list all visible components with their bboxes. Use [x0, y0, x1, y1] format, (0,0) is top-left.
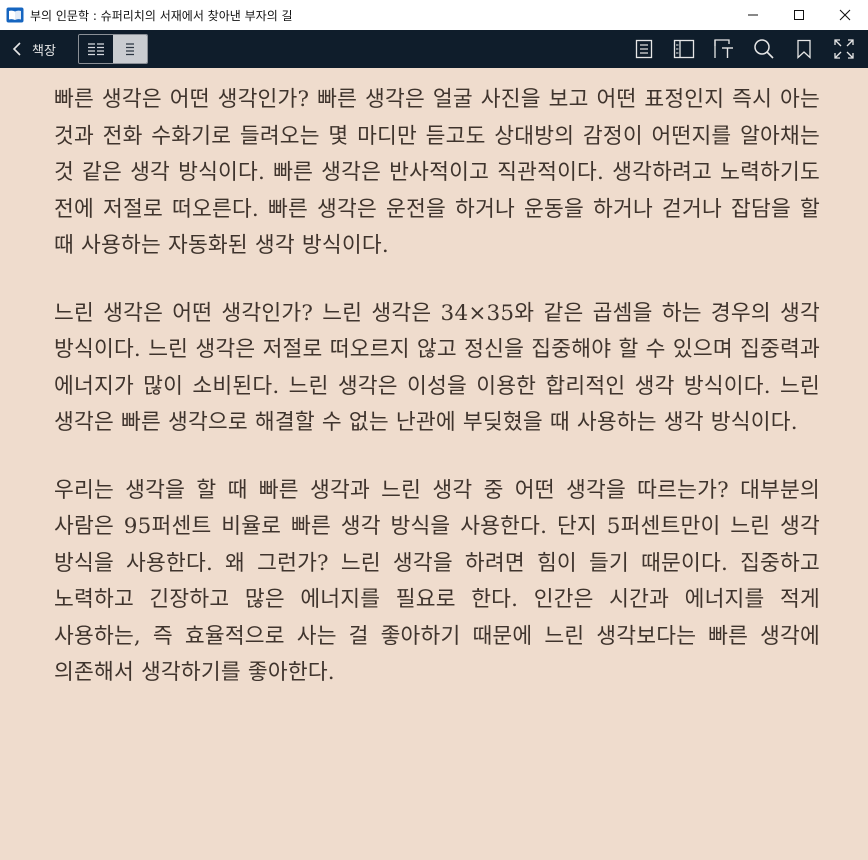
paragraph-which-thinking: 우리는 생각을 할 때 빠른 생각과 느린 생각 중 어떤 생각을 따르는가? …	[54, 477, 820, 686]
back-to-bookshelf-button[interactable]: 책장	[12, 30, 56, 68]
search-button[interactable]	[744, 30, 784, 68]
fullscreen-icon	[834, 39, 854, 59]
back-label: 책장	[32, 43, 56, 59]
close-button[interactable]	[822, 0, 868, 30]
table-of-contents-button[interactable]	[624, 30, 664, 68]
single-column-view-button[interactable]	[112, 35, 147, 63]
bookmark-button[interactable]	[784, 30, 824, 68]
search-icon	[754, 39, 774, 59]
bookmark-list-button[interactable]	[664, 30, 704, 68]
text-settings-button[interactable]	[704, 30, 744, 68]
chevron-left-icon	[12, 42, 21, 56]
panel-icon	[673, 39, 695, 59]
two-column-view-button[interactable]	[78, 35, 113, 63]
minimize-icon	[748, 14, 758, 16]
paragraph-slow-thinking: 느린 생각은 어떤 생각인가? 느린 생각은 34×35와 같은 곱셈을 하는 …	[54, 300, 820, 436]
single-column-icon	[125, 43, 134, 56]
window-title-bar: 부의 인문학 : 슈퍼리치의 서재에서 찾아낸 부자의 길	[0, 0, 868, 31]
reader-toolbar: 책장	[0, 30, 868, 68]
text-size-icon	[714, 39, 733, 58]
minimize-button[interactable]	[730, 0, 776, 30]
list-icon	[635, 39, 653, 59]
book-page-content: 빠른 생각은 어떤 생각인가? 빠른 생각은 얼굴 사진을 보고 어떤 표정인지…	[54, 82, 820, 723]
maximize-button[interactable]	[776, 0, 822, 30]
close-icon	[839, 9, 851, 21]
paragraph-fast-thinking: 빠른 생각은 어떤 생각인가? 빠른 생각은 얼굴 사진을 보고 어떤 표정인지…	[54, 87, 820, 258]
two-column-icon	[87, 43, 104, 56]
view-mode-toggle	[77, 34, 148, 64]
maximize-icon	[794, 10, 804, 20]
fullscreen-button[interactable]	[824, 30, 864, 68]
book-app-icon	[6, 6, 24, 24]
window-title: 부의 인문학 : 슈퍼리치의 서재에서 찾아낸 부자의 길	[30, 8, 293, 23]
bookmark-icon	[797, 39, 811, 59]
